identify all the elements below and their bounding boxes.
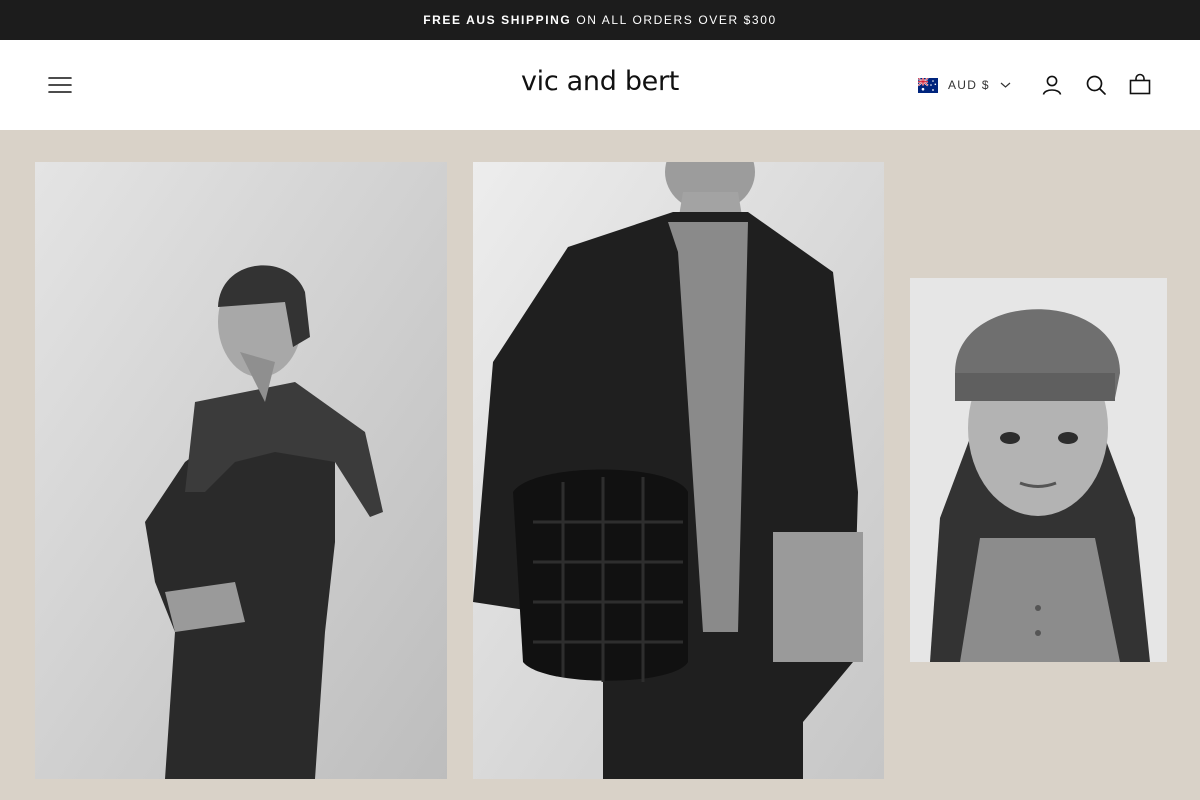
announcement-text: ON ALL ORDERS OVER $300 <box>576 13 777 27</box>
logo: vic and bert <box>0 66 1200 97</box>
announcement-strong-text: FREE AUS SHIPPING <box>423 13 572 27</box>
currency-selector[interactable]: AUD $ <box>918 75 1011 95</box>
gallery-image-1[interactable] <box>35 162 447 779</box>
gallery-image-3[interactable] <box>910 278 1167 662</box>
search-icon[interactable] <box>1084 73 1108 97</box>
gallery-image-2[interactable] <box>473 162 884 779</box>
logo-text[interactable]: vic and bert <box>521 66 679 97</box>
site-header: vic and bert AUD $ <box>0 40 1200 130</box>
photo-woman-sweater <box>35 162 447 779</box>
photo-person-blazer-bag <box>473 162 884 779</box>
currency-label: AUD $ <box>948 78 990 92</box>
photo-woman-beanie <box>910 278 1167 662</box>
account-icon[interactable] <box>1040 73 1064 97</box>
announcement-bar: FREE AUS SHIPPING ON ALL ORDERS OVER $30… <box>0 0 1200 40</box>
australia-flag-icon <box>918 77 938 93</box>
chevron-down-icon <box>1000 82 1011 88</box>
cart-bag-icon[interactable] <box>1128 73 1152 97</box>
